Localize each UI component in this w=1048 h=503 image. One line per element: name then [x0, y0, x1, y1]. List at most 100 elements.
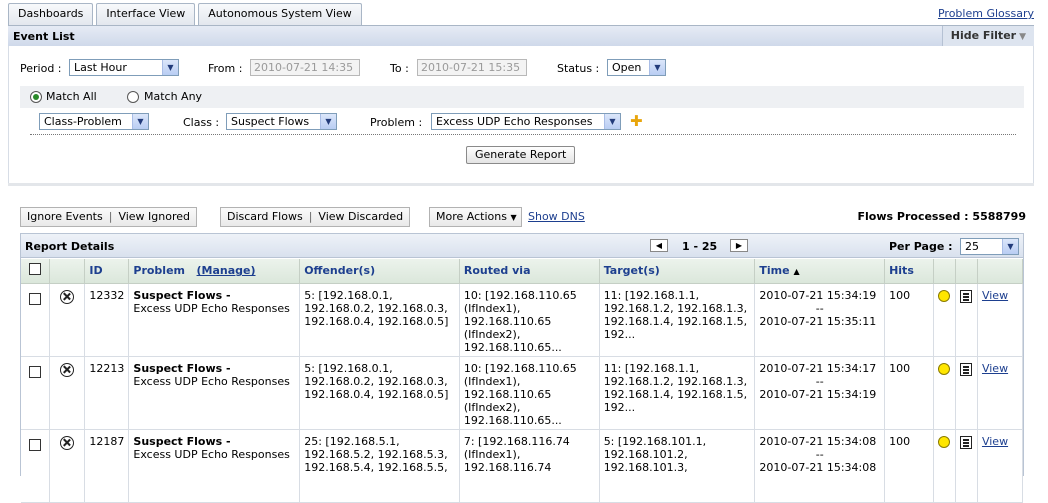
problem-label: Problem :: [370, 116, 423, 129]
target-line: 192.168.101.3,: [603, 460, 688, 474]
yellow-status-dot-icon: [938, 362, 951, 375]
row-targets: 5: [192.168.101.1, 192.168.101.2, 192.168.…: [599, 429, 756, 503]
time-start: 2010-07-21 15:34:19: [759, 288, 877, 302]
table-header-row: ID Problem (Manage) Offender(s) Routed v…: [21, 259, 1024, 284]
per-page-select[interactable]: 25 ▼: [960, 238, 1019, 255]
event-list-header: Event List Hide Filter ▼: [8, 25, 1034, 46]
row-id: 12187: [84, 429, 130, 503]
add-criteria-plus-icon[interactable]: ✚: [630, 114, 643, 129]
flows-processed: Flows Processed : 5588799: [857, 210, 1026, 223]
row-checkbox[interactable]: [29, 438, 42, 451]
routed-col-header[interactable]: Routed via: [459, 259, 600, 284]
class-select[interactable]: Suspect Flows ▼: [226, 113, 337, 130]
row-checkbox[interactable]: [29, 292, 42, 305]
to-input[interactable]: 2010-07-21 15:35: [417, 59, 527, 76]
tab-interface-view[interactable]: Interface View: [96, 3, 196, 25]
routed-line: (IfIndex1),: [463, 301, 521, 315]
report-header: Report Details ◀ 1 - 25 ▶ Per Page : 25 …: [21, 234, 1023, 258]
row-notes: [955, 283, 978, 357]
time-separator: --: [815, 374, 824, 388]
view-link[interactable]: View: [982, 435, 1008, 448]
divider: |: [108, 210, 113, 223]
row-class: Suspect Flows -: [133, 288, 231, 302]
ignore-events-button[interactable]: Ignore Events: [27, 210, 103, 223]
chevron-down-icon: ▼: [320, 114, 336, 129]
more-actions-button[interactable]: More Actions ▼: [429, 207, 522, 227]
chevron-down-icon: ▼: [649, 60, 665, 75]
hide-filter-button[interactable]: Hide Filter ▼: [941, 26, 1034, 46]
row-id: 12332: [84, 283, 130, 357]
chevron-down-icon: ▼: [162, 60, 178, 75]
row-targets: 11: [192.168.1.1, 192.168.1.2, 192.168.1.…: [599, 356, 756, 430]
problem-glossary-link[interactable]: Problem Glossary: [938, 7, 1034, 20]
target-line: 192.168.1.2, 192.168.1.3,: [603, 374, 748, 388]
page-range: 1 - 25: [682, 240, 718, 253]
criteria-select[interactable]: Class-Problem ▼: [39, 113, 149, 130]
row-checkbox[interactable]: [29, 365, 42, 378]
next-page-icon[interactable]: ▶: [730, 239, 748, 252]
prev-page-icon[interactable]: ◀: [650, 239, 668, 252]
targets-col-header[interactable]: Target(s): [599, 259, 756, 284]
routed-line: 192.168.110.65: [463, 387, 552, 401]
tab-autonomous-system-view[interactable]: Autonomous System View: [198, 3, 362, 25]
row-severity: [933, 429, 956, 503]
problem-col-header: Problem (Manage): [128, 259, 301, 284]
caret-down-icon: ▼: [510, 213, 517, 222]
section-separator: [8, 183, 1034, 186]
row-view: View: [977, 283, 1024, 357]
manage-link[interactable]: (Manage): [197, 264, 256, 277]
row-status-cell: [49, 356, 86, 430]
row-select-cell: [21, 429, 51, 503]
report-title: Report Details: [25, 240, 115, 253]
from-input[interactable]: 2010-07-21 14:35: [250, 59, 360, 76]
target-line: 192.168.1.4, 192.168.1.5,: [603, 387, 748, 401]
discard-flows-group: Discard Flows | View Discarded: [220, 207, 411, 227]
view-link[interactable]: View: [982, 289, 1008, 302]
select-all-checkbox[interactable]: [29, 263, 42, 276]
problem-select[interactable]: Excess UDP Echo Responses ▼: [431, 113, 621, 130]
hide-filter-label: Hide Filter: [950, 29, 1017, 42]
view-ignored-button[interactable]: View Ignored: [118, 210, 190, 223]
view-discarded-button[interactable]: View Discarded: [318, 210, 403, 223]
period-label: Period :: [20, 62, 62, 75]
yellow-status-dot-icon: [938, 435, 951, 448]
row-view: View: [977, 356, 1024, 430]
offender-line: 192.168.0.4, 192.168.0.5]: [304, 314, 449, 328]
row-time: 2010-07-21 15:34:19 -- 2010-07-21 15:35:11: [754, 283, 886, 357]
row-id: 12213: [84, 356, 130, 430]
view-col-header: [977, 259, 1024, 284]
row-offenders: 25: [192.168.5.1, 192.168.5.2, 192.168.5.…: [299, 429, 460, 503]
target-line: 192.168.1.4, 192.168.1.5,: [603, 314, 748, 328]
offender-line: 5: [192.168.0.1,: [304, 361, 393, 375]
match-any-radio[interactable]: [127, 91, 139, 103]
close-circle-icon[interactable]: [60, 289, 75, 304]
close-circle-icon[interactable]: [60, 362, 75, 377]
sort-asc-icon: ▲: [793, 267, 800, 277]
events-table: ID Problem (Manage) Offender(s) Routed v…: [21, 259, 1024, 503]
discard-flows-button[interactable]: Discard Flows: [227, 210, 303, 223]
close-circle-icon[interactable]: [60, 435, 75, 450]
notes-icon[interactable]: [960, 289, 973, 303]
ignore-events-group: Ignore Events | View Ignored: [20, 207, 197, 227]
generate-report-button[interactable]: Generate Report: [466, 146, 576, 164]
target-line: 5: [192.168.101.1,: [603, 434, 707, 448]
period-select[interactable]: Last Hour ▼: [69, 59, 179, 76]
match-all-radio[interactable]: [30, 91, 42, 103]
row-problem-name: Excess UDP Echo Responses: [133, 301, 290, 315]
target-line: 11: [192.168.1.1,: [603, 288, 700, 302]
notes-icon[interactable]: [960, 362, 973, 376]
offenders-col-header[interactable]: Offender(s): [299, 259, 460, 284]
severity-col-header: [933, 259, 956, 284]
offender-line: 192.168.0.2, 192.168.0.3,: [304, 301, 448, 315]
target-line: 11: [192.168.1.1,: [603, 361, 700, 375]
hits-col-header[interactable]: Hits: [884, 259, 934, 284]
id-col-header[interactable]: ID: [84, 259, 130, 284]
tab-dashboards[interactable]: Dashboards: [8, 3, 94, 25]
time-col-header[interactable]: Time ▲: [754, 259, 886, 284]
per-page-label: Per Page :: [889, 240, 953, 253]
show-dns-link[interactable]: Show DNS: [528, 210, 585, 223]
problem-col-label[interactable]: Problem: [133, 264, 185, 277]
status-select[interactable]: Open ▼: [607, 59, 666, 76]
view-link[interactable]: View: [982, 362, 1008, 375]
notes-icon[interactable]: [960, 435, 973, 449]
